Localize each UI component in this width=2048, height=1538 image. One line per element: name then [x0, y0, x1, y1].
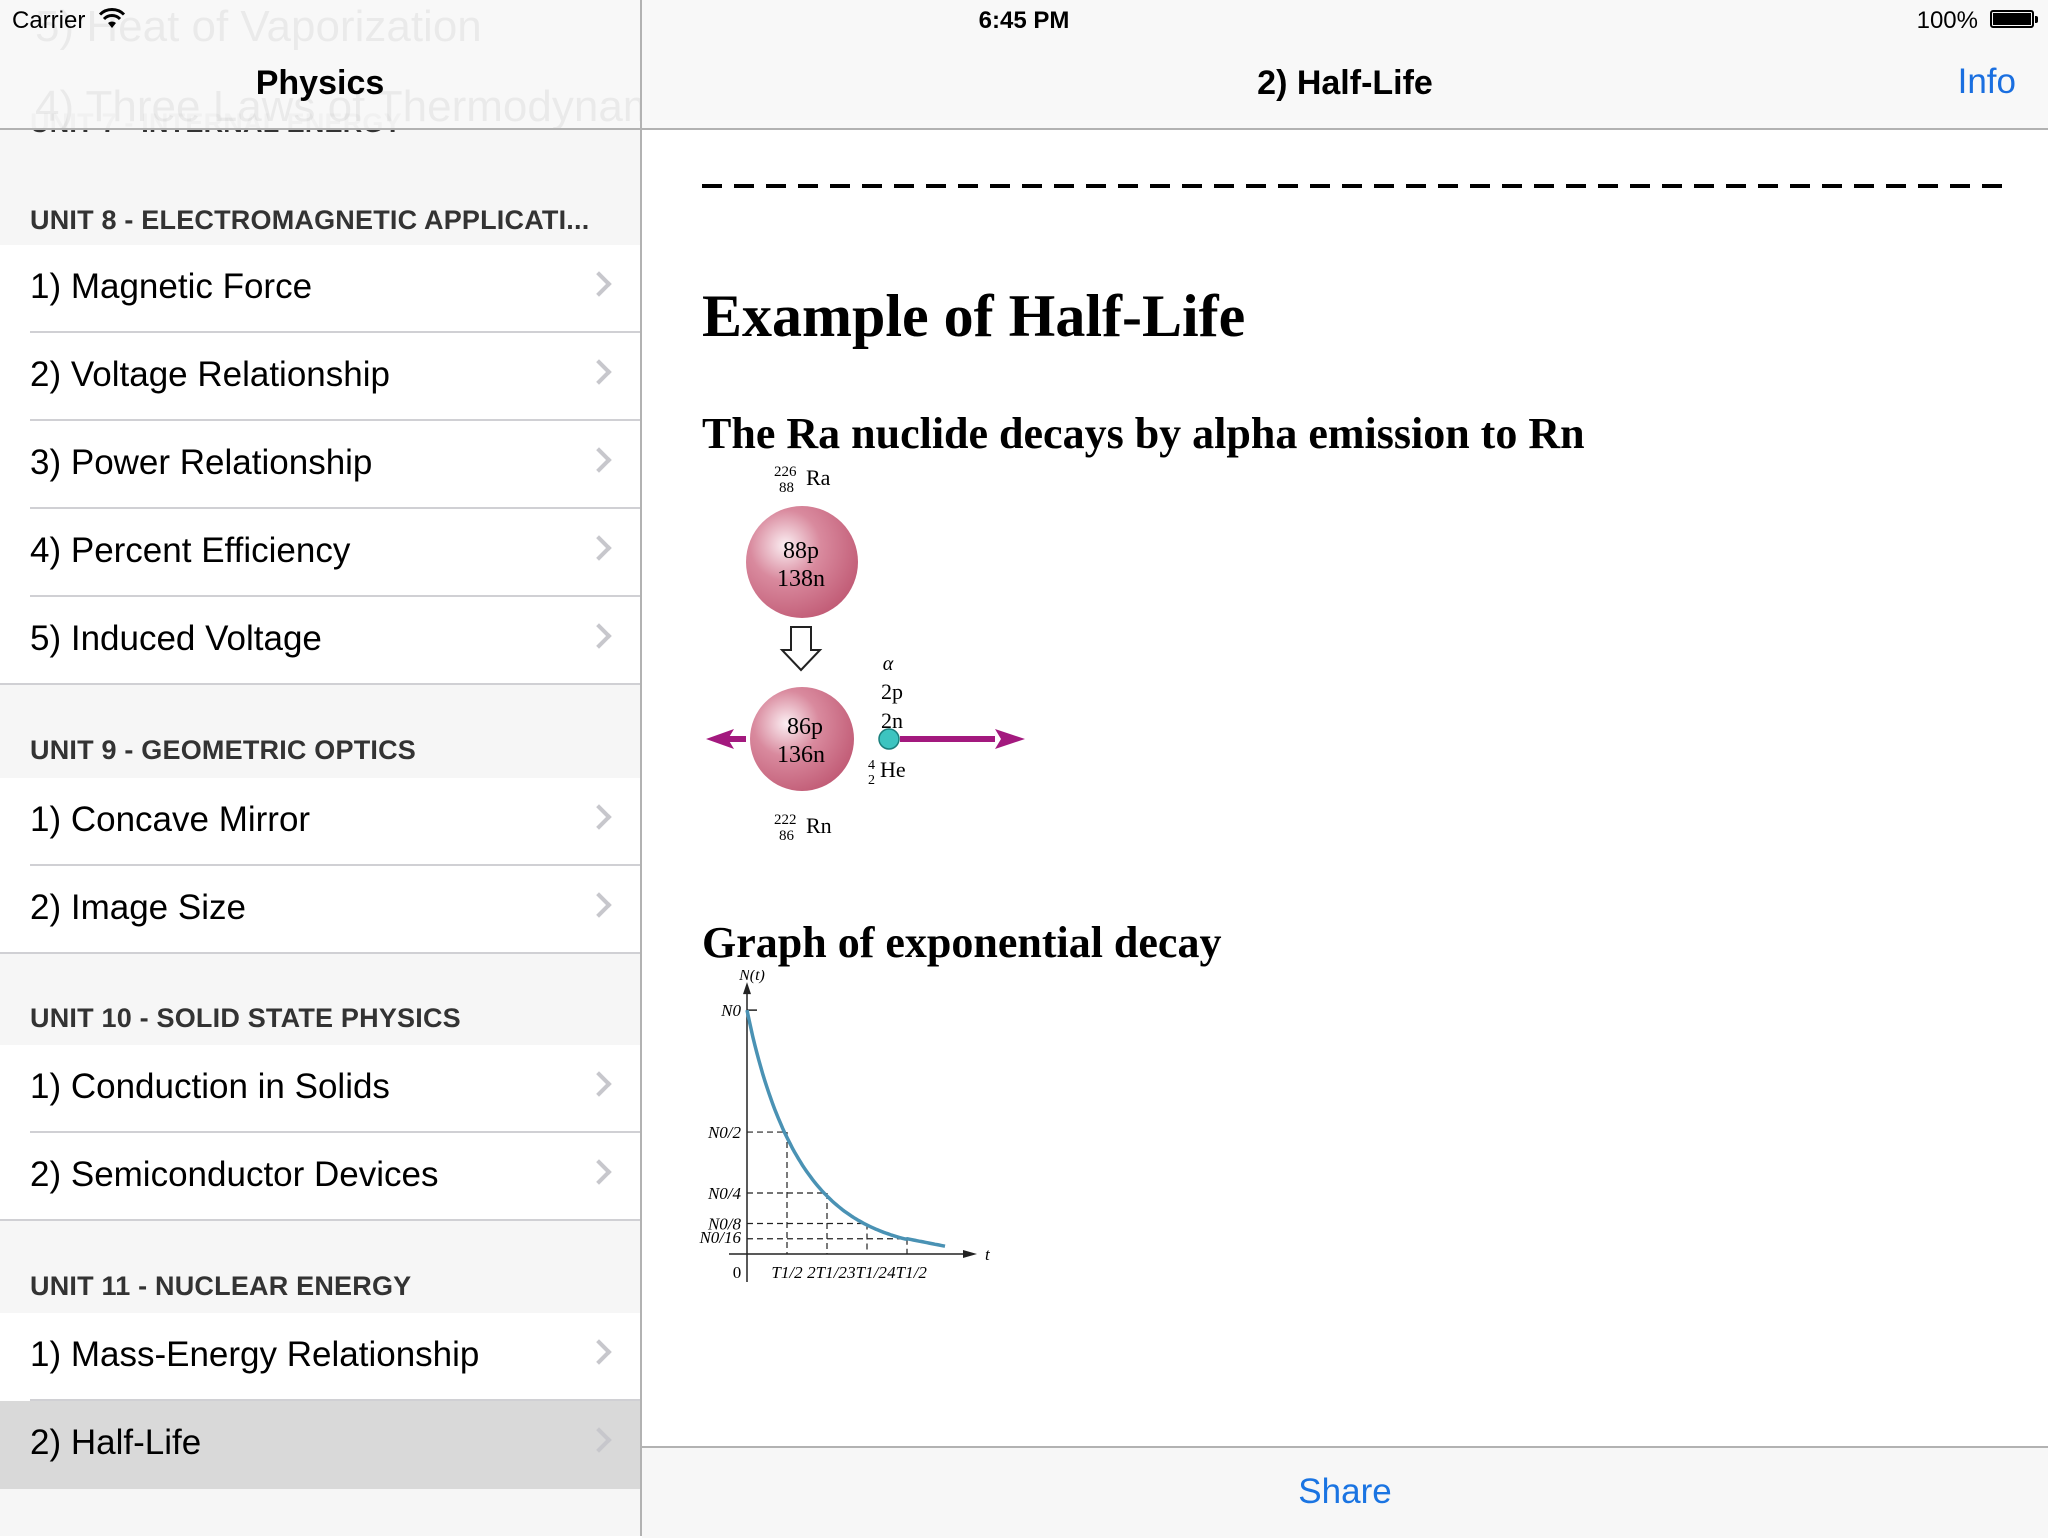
detail-pane: 2) Half-Life Info Example of Half-Life T…: [642, 0, 2048, 1538]
row-divider: [0, 1219, 640, 1221]
section-header: UNIT 11 - NUCLEAR ENERGY: [30, 1271, 412, 1301]
topic-row[interactable]: 2) Semiconductor Devices: [0, 1133, 640, 1221]
x-tick-label: T1/2: [771, 1263, 803, 1282]
alpha-mass-number: 4: [868, 758, 875, 773]
section-header: UNIT 8 - ELECTROMAGNETIC APPLICATI...: [30, 205, 590, 235]
topic-label: 1) Mass-Energy Relationship: [30, 1335, 480, 1374]
topic-label: 1) Magnetic Force: [30, 267, 313, 306]
topic-label: 3) Power Relationship: [30, 443, 373, 482]
battery-percent: 100%: [1916, 7, 1978, 34]
x-tick-label: 3T1/2: [846, 1263, 887, 1282]
y-tick-label: N0/2: [707, 1123, 742, 1142]
topic-row[interactable]: 5) Induced Voltage: [0, 597, 640, 685]
chevron-right-icon: [586, 1071, 612, 1097]
daughter-neutrons: 136n: [777, 742, 825, 768]
alpha-arrow-icon: [995, 729, 1025, 749]
topic-label: 2) Voltage Relationship: [30, 355, 390, 394]
alpha-decay-diagram: 226 88 Ra 88p 138n 86p 136n α 2p 2n 4 2: [706, 464, 1025, 844]
bottom-toolbar: Share: [642, 1446, 2048, 1538]
parent-atomic-number: 88: [779, 480, 794, 496]
x-axis-label: t: [985, 1245, 991, 1264]
parent-mass-number: 226: [774, 464, 797, 480]
daughter-mass-number: 222: [774, 812, 797, 828]
topic-row[interactable]: 2) Half-Life: [0, 1401, 640, 1489]
chevron-right-icon: [586, 359, 612, 385]
y-tick-label: N0/4: [707, 1184, 742, 1203]
topic-row[interactable]: 2) Voltage Relationship: [0, 333, 640, 421]
graph-subheading: Graph of exponential decay: [702, 918, 1222, 967]
daughter-atomic-number: 86: [779, 828, 795, 844]
topic-row[interactable]: 1) Mass-Energy Relationship: [0, 1313, 640, 1401]
chevron-right-icon: [586, 623, 612, 649]
alpha-element: He: [880, 757, 906, 782]
topic-label: 1) Concave Mirror: [30, 800, 311, 839]
topic-label: 5) Induced Voltage: [30, 619, 322, 658]
section-header: UNIT 10 - SOLID STATE PHYSICS: [30, 1003, 461, 1033]
parent-symbol: Ra: [806, 465, 831, 490]
parent-neutrons: 138n: [777, 566, 825, 592]
decay-curve: [745, 1009, 946, 1248]
topic-row[interactable]: 1) Conduction in Solids: [0, 1045, 640, 1133]
chevron-right-icon: [586, 1427, 612, 1453]
topic-row[interactable]: 1) Concave Mirror: [0, 778, 640, 866]
section-header: UNIT 9 - GEOMETRIC OPTICS: [30, 735, 417, 765]
daughter-symbol: Rn: [806, 813, 832, 838]
topic-row[interactable]: 2) Image Size: [0, 866, 640, 954]
chevron-right-icon: [586, 892, 612, 918]
topic-label: 2) Semiconductor Devices: [30, 1155, 439, 1194]
topic-row[interactable]: 3) Power Relationship: [0, 421, 640, 509]
x-axis-arrow-icon: [963, 1250, 977, 1258]
chevron-right-icon: [586, 1339, 612, 1365]
decay-arrow-icon: [779, 626, 823, 672]
chevron-right-icon: [586, 535, 612, 561]
chevron-right-icon: [586, 271, 612, 297]
daughter-protons: 86p: [787, 714, 823, 740]
info-button[interactable]: Info: [1958, 62, 2016, 102]
dashed-divider: [702, 184, 2007, 188]
alpha-arrow-shaft: [900, 736, 995, 742]
chevron-right-icon: [586, 447, 612, 473]
chevron-right-icon: [586, 804, 612, 830]
share-button[interactable]: Share: [642, 1472, 2048, 1512]
lesson-content[interactable]: Example of Half-Life The Ra nuclide deca…: [642, 130, 2048, 1446]
detail-title: 2) Half-Life: [1257, 64, 1433, 102]
y-axis-label: N(t): [738, 970, 765, 984]
decay-subheading: The Ra nuclide decays by alpha emission …: [702, 409, 1585, 458]
x-tick-label: 0: [733, 1263, 742, 1282]
topic-label: 1) Conduction in Solids: [30, 1067, 390, 1106]
lesson-heading: Example of Half-Life: [702, 283, 1246, 349]
y-tick-label: N0/16: [698, 1228, 741, 1247]
row-divider: [0, 952, 640, 954]
topic-row[interactable]: 4) Percent Efficiency: [0, 509, 640, 597]
chevron-right-icon: [586, 1159, 612, 1185]
topic-label: 2) Half-Life: [30, 1423, 202, 1462]
alpha-atomic-number: 2: [868, 773, 875, 788]
alpha-symbol: α: [883, 653, 894, 675]
battery-icon: [1990, 10, 2038, 28]
topic-label: 2) Image Size: [30, 888, 246, 927]
x-tick-label: 4T1/2: [887, 1263, 927, 1282]
sidebar-title: Physics: [255, 64, 385, 102]
x-tick-label: 2T1/2: [807, 1263, 847, 1282]
alpha-particle: [878, 728, 900, 750]
topic-row[interactable]: 1) Magnetic Force: [0, 245, 640, 333]
row-divider: [0, 683, 640, 685]
decay-graph: N(t)N0N0/2N0/4N0/8N0/160 T1/2 2T1/2 3T1/2 4T…: [698, 970, 991, 1282]
parent-protons: 88p: [783, 538, 819, 564]
status-bar: Carrier 6:45 PM 100%: [0, 0, 2048, 40]
y-tick-label: N0: [720, 1001, 741, 1020]
topic-label: 4) Percent Efficiency: [30, 531, 351, 570]
sidebar: UNIT 7 - INTERNAL ENERGYUNIT 8 - ELECTRO…: [0, 0, 642, 1536]
alpha-protons: 2p: [881, 679, 903, 704]
clock: 6:45 PM: [978, 7, 1070, 34]
